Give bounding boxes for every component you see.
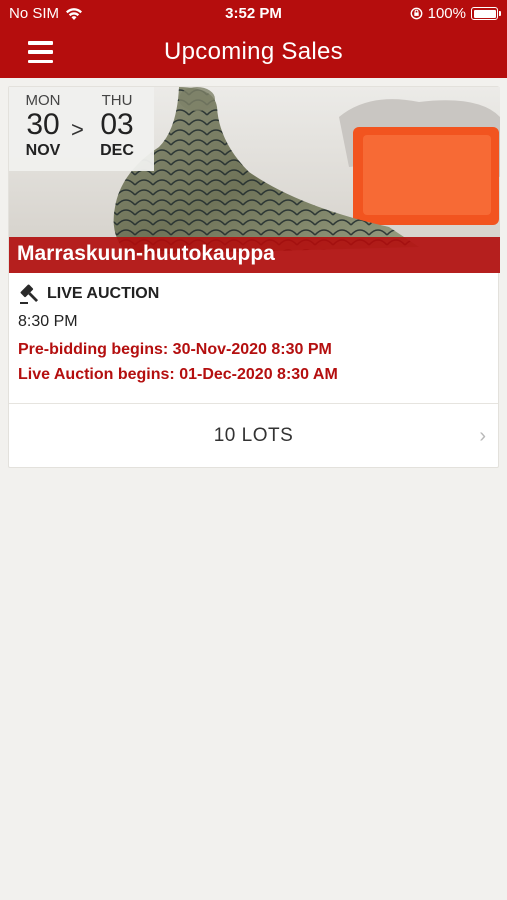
date-separator: > <box>71 117 84 142</box>
end-date: THU 03 DEC <box>87 92 147 160</box>
battery-icon <box>471 7 501 20</box>
lots-count: 10 LOTS <box>213 425 294 446</box>
lots-button[interactable]: 10 LOTS › <box>9 404 498 468</box>
live-auction-info: Live Auction begins: 01-Dec-2020 8:30 AM <box>18 366 338 383</box>
app-header: No SIM 3:52 PM 100% Upcoming Sales <box>0 0 507 78</box>
sale-time: 8:30 PM <box>18 313 78 330</box>
date-range: MON 30 NOV > THU 03 DEC <box>9 87 154 171</box>
end-month: DEC <box>100 142 134 159</box>
sale-card[interactable]: MON 30 NOV > THU 03 DEC Marraskuun-huuto… <box>8 86 500 468</box>
page-title: Upcoming Sales <box>164 38 343 65</box>
chevron-right-icon: › <box>479 425 486 447</box>
start-day: 30 <box>26 108 60 141</box>
end-weekday: THU <box>101 92 133 109</box>
sale-type: LIVE AUCTION <box>19 283 159 305</box>
gavel-icon <box>20 284 39 304</box>
orientation-lock-icon <box>410 7 423 20</box>
battery-percent: 100% <box>427 5 466 22</box>
start-month: NOV <box>25 142 61 159</box>
status-bar: No SIM 3:52 PM 100% <box>0 0 507 28</box>
sale-title[interactable]: Marraskuun-huutokauppa <box>9 237 500 273</box>
sale-image[interactable]: MON 30 NOV > THU 03 DEC Marraskuun-huuto… <box>9 87 500 273</box>
prebidding-info: Pre-bidding begins: 30-Nov-2020 8:30 PM <box>18 341 332 358</box>
start-date: MON 30 NOV <box>13 92 73 160</box>
sale-type-label: LIVE AUCTION <box>47 285 160 302</box>
start-weekday: MON <box>25 92 61 109</box>
nav-bar: Upcoming Sales <box>0 28 507 78</box>
end-day: 03 <box>100 108 134 141</box>
status-right: 100% <box>410 5 501 22</box>
